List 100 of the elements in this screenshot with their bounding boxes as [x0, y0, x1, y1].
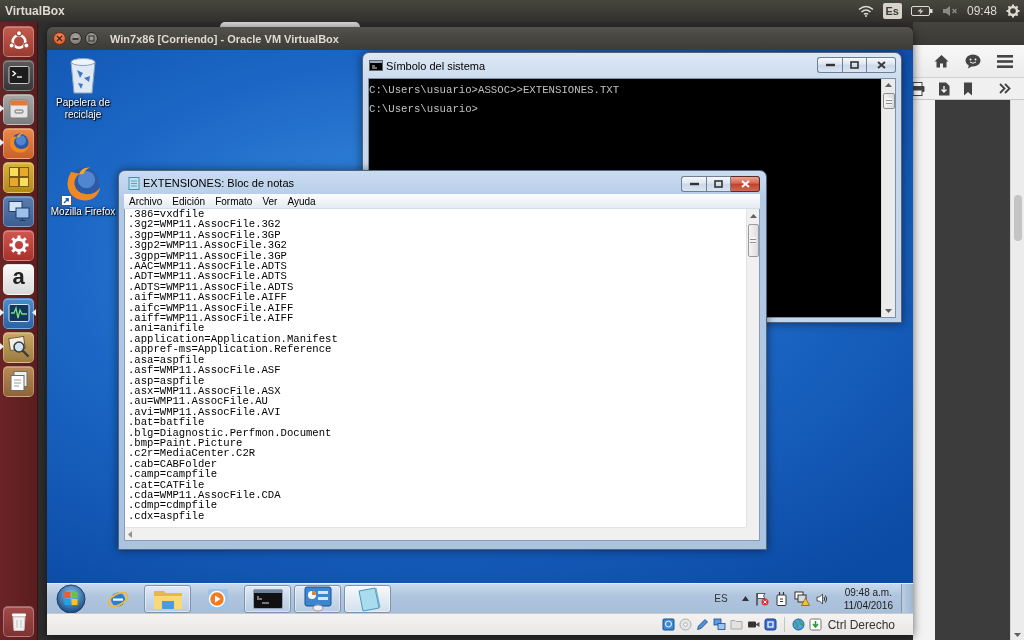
speaker-icon[interactable]: [815, 592, 828, 605]
maximize-icon: [88, 35, 95, 42]
launcher-button[interactable]: [3, 25, 34, 57]
launcher-button[interactable]: [3, 365, 34, 397]
cubes-icon: [7, 166, 30, 188]
text-line: .3gp=WMP11.AssocFile.3GP: [128, 229, 281, 241]
text-line: .3gpp=WMP11.AssocFile.3GP: [128, 250, 287, 262]
launcher-button[interactable]: [3, 127, 34, 159]
menu-item[interactable]: Ver: [257, 195, 283, 207]
scrollbar-thumb[interactable]: [1013, 195, 1022, 241]
monitors-icon: [7, 200, 30, 222]
home-icon[interactable]: [934, 54, 949, 68]
chevron-icon[interactable]: [999, 83, 1011, 94]
text-line: .asf=WMP11.AssocFile.ASF: [128, 365, 281, 376]
maximize-button[interactable]: [842, 57, 867, 73]
close-icon: [56, 35, 63, 42]
launcher-button[interactable]: [3, 229, 34, 261]
app-title: VirtualBox: [5, 4, 65, 18]
maximize-button[interactable]: [706, 176, 731, 192]
console-line: C:\Users\usuario>: [369, 105, 479, 115]
launcher-button[interactable]: [3, 297, 34, 329]
minimize-button[interactable]: [817, 57, 842, 73]
close-button[interactable]: [53, 32, 66, 45]
show-desktop-button[interactable]: [901, 583, 913, 613]
scroll-left-icon: [128, 530, 132, 538]
text-line: .ADTS=WMP11.AssocFile.ADTS: [128, 281, 294, 293]
keyboard-layout-indicator[interactable]: Es: [882, 3, 902, 19]
pen-icon[interactable]: [695, 618, 709, 631]
network-icon[interactable]: [712, 618, 726, 631]
show-hidden-icon[interactable]: [741, 596, 749, 601]
mute-icon[interactable]: [941, 5, 958, 17]
window-title: Símbolo del sistema: [386, 59, 486, 72]
minimize-button[interactable]: [69, 32, 82, 45]
text-line: .aifc=WMP11.AssocFile.AIFF: [128, 302, 294, 314]
language-indicator[interactable]: ES: [714, 593, 728, 604]
wifi-icon[interactable]: [857, 5, 874, 17]
menu-icon[interactable]: [997, 54, 1013, 68]
launcher-button[interactable]: [3, 331, 34, 363]
launcher-button[interactable]: [3, 161, 34, 193]
capture-icon[interactable]: [763, 618, 777, 631]
taskbar-button[interactable]: [244, 584, 291, 613]
text-line: .cab=CABFolder: [128, 458, 217, 470]
download-icon[interactable]: [938, 81, 950, 96]
menu-item[interactable]: Ayuda: [282, 195, 321, 207]
window-title: Win7x86 [Corriendo] - Oracle VM VirtualBox: [110, 32, 339, 45]
text-line: .application=Application.Manifest: [128, 333, 338, 345]
clock-date[interactable]: 11/04/2016: [843, 598, 893, 612]
text-line: .camp=campfile: [128, 469, 217, 480]
launcher-button[interactable]: [3, 605, 34, 637]
desktop-icon-label[interactable]: Mozilla Firefox: [50, 206, 116, 218]
minimize-icon: [825, 63, 835, 67]
desktop-icon-label[interactable]: Papelera de reciclaje: [49, 97, 117, 121]
download-icon[interactable]: [808, 618, 822, 631]
launcher-button[interactable]: [3, 93, 34, 125]
recycle-bin-icon[interactable]: [67, 56, 99, 94]
console-line: C:\Users\usuario>ASSOC>>EXTENSIONES.TXT: [369, 86, 620, 96]
text-line: .3gp2=WMP11.AssocFile.3G2: [128, 240, 287, 251]
menu-item[interactable]: Edición: [167, 195, 211, 207]
bookmark-icon[interactable]: [963, 81, 973, 96]
logo-icon: [7, 30, 30, 52]
launcher-button[interactable]: a: [3, 263, 34, 295]
close-button[interactable]: [867, 57, 896, 73]
text-line: .avi=WMP11.AssocFile.AVI: [128, 406, 281, 418]
launcher-button[interactable]: [3, 195, 34, 227]
network-warning-icon[interactable]: [793, 591, 810, 606]
minimize-icon: [689, 182, 699, 186]
text-line: .au=WMP11.AssocFile.AU: [128, 396, 268, 407]
photo-magnifier-icon: [7, 336, 30, 358]
hard-disk-icon[interactable]: [661, 618, 675, 631]
documents-icon: [7, 370, 30, 392]
close-button[interactable]: [731, 176, 760, 192]
scroll-up-icon: [749, 214, 757, 218]
scrollbar-thumb[interactable]: [882, 93, 895, 109]
scrollbar-thumb[interactable]: [747, 224, 759, 257]
drawer-icon: [7, 98, 30, 120]
globe-icon[interactable]: [791, 618, 805, 631]
menu-item[interactable]: Archivo: [124, 195, 168, 207]
maximize-icon: [850, 61, 859, 69]
window-title: EXTENSIONES: Bloc de notas: [143, 176, 294, 189]
menu-item[interactable]: Formato: [210, 195, 258, 207]
launcher-button[interactable]: [3, 59, 34, 91]
clock[interactable]: 09:48: [966, 4, 997, 18]
text-line: .cat=CATFile: [128, 479, 205, 490]
maximize-button[interactable]: [85, 32, 98, 45]
battery-icon[interactable]: [910, 5, 933, 17]
terminal-icon: [7, 65, 30, 85]
text-line: .blg=Diagnostic.Perfmon.Document: [128, 427, 332, 438]
clock-time[interactable]: 09:48 a.m.: [844, 585, 892, 599]
flag-icon[interactable]: [754, 591, 769, 606]
chat-icon[interactable]: [965, 53, 981, 69]
globe-icon[interactable]: [64, 165, 102, 203]
power-plug-icon[interactable]: [774, 591, 788, 606]
scroll-up-icon: [885, 83, 892, 87]
gear-icon[interactable]: [1006, 4, 1020, 18]
scroll-down-icon: [1014, 633, 1021, 637]
minimize-button[interactable]: [681, 176, 706, 192]
text-line: .cdmp=cdmpfile: [128, 500, 217, 511]
text-line: .aiff=WMP11.AssocFile.AIFF: [128, 313, 294, 324]
text-line: .cdx=aspfile: [128, 510, 205, 522]
text-line: .asa=aspfile: [128, 354, 205, 366]
